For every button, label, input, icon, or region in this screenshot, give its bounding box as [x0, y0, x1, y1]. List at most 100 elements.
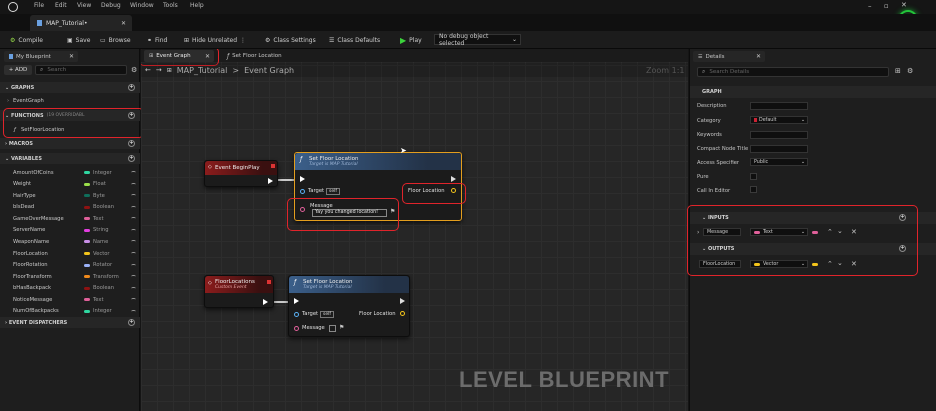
- variable-type[interactable]: Integer: [84, 170, 112, 176]
- eye-icon[interactable]: [131, 182, 136, 186]
- description-input[interactable]: [750, 102, 808, 110]
- details-search-input[interactable]: ⌕ Search Details: [697, 67, 889, 77]
- graph-editor[interactable]: ⊞ Event Graph ✕ ƒ Set Floor Location ← → ⊞ …: [141, 49, 688, 411]
- debug-object-dropdown[interactable]: No debug object selected ⌄: [434, 33, 521, 47]
- node-custom-event[interactable]: FloorLocations Custom Event ◇: [204, 275, 274, 308]
- variables-section-header[interactable]: ⌄ VARIABLES +: [0, 153, 140, 164]
- message-input[interactable]: [329, 325, 336, 332]
- delegate-pin[interactable]: [267, 280, 271, 284]
- variable-type[interactable]: Integer: [84, 308, 112, 314]
- variable-row[interactable]: FloorTransform Transform: [0, 271, 140, 282]
- eye-icon[interactable]: [131, 298, 136, 301]
- menu-help[interactable]: Help: [190, 2, 204, 9]
- node-set-floor-location-2[interactable]: Set Floor Location Target is MAP Tutoria…: [288, 275, 410, 337]
- close-tab-icon[interactable]: ✕: [756, 53, 761, 60]
- eye-icon[interactable]: [131, 263, 136, 267]
- exec-out-pin[interactable]: [268, 178, 273, 184]
- variable-row[interactable]: FloorRotation Rotator: [0, 259, 140, 270]
- my-blueprint-tab[interactable]: My Blueprint ✕: [4, 51, 78, 62]
- message-pin[interactable]: [294, 326, 299, 331]
- variable-row[interactable]: ServerName String: [0, 225, 140, 236]
- eye-icon[interactable]: [131, 194, 136, 197]
- variable-row[interactable]: NoticeMessage Text: [0, 294, 140, 305]
- eye-icon[interactable]: [131, 240, 136, 243]
- eye-icon[interactable]: [131, 228, 136, 232]
- menu-edit[interactable]: Edit: [55, 2, 67, 9]
- grid-view-icon[interactable]: ⊞: [895, 67, 901, 75]
- variable-type[interactable]: Boolean: [84, 285, 114, 291]
- variable-type[interactable]: Float: [84, 181, 106, 187]
- menu-file[interactable]: File: [34, 2, 44, 9]
- variable-type[interactable]: Rotator: [84, 262, 112, 268]
- breadcrumb-root[interactable]: MAP_Tutorial: [177, 66, 228, 75]
- exec-out-pin[interactable]: [263, 299, 268, 305]
- eye-icon[interactable]: [131, 309, 136, 313]
- search-input[interactable]: ⌕ Search: [35, 65, 127, 75]
- add-dispatcher-icon[interactable]: +: [128, 319, 135, 326]
- more-options-icon[interactable]: ⋮: [240, 37, 246, 44]
- macros-section-header[interactable]: › MACROS +: [0, 138, 140, 149]
- pure-checkbox[interactable]: [750, 173, 757, 180]
- exec-out-pin[interactable]: [451, 176, 456, 182]
- add-variable-icon[interactable]: +: [128, 155, 135, 162]
- variable-row[interactable]: NumOfBackpacks Integer: [0, 306, 140, 317]
- access-specifier-dropdown[interactable]: Public ⌄: [750, 158, 808, 166]
- compile-button[interactable]: ⚙ Compile: [10, 35, 43, 45]
- delegate-pin[interactable]: [271, 164, 275, 168]
- variable-type[interactable]: Text: [84, 297, 104, 303]
- compact-node-title-input[interactable]: [750, 145, 808, 153]
- hide-unrelated-button[interactable]: ⊞ Hide Unrelated ⋮: [184, 35, 246, 45]
- play-button[interactable]: ▶ Play: [400, 35, 422, 45]
- details-tab[interactable]: ☰ Details ✕: [693, 51, 765, 62]
- add-button[interactable]: + ADD: [4, 65, 32, 75]
- forward-arrow-icon[interactable]: →: [156, 66, 162, 74]
- variable-type[interactable]: Transform: [84, 274, 119, 280]
- target-pin[interactable]: [294, 312, 299, 317]
- menu-window[interactable]: Window: [130, 2, 154, 9]
- variable-type[interactable]: Byte: [84, 193, 105, 199]
- category-dropdown[interactable]: Default ⌄: [750, 116, 808, 124]
- settings-gear-icon[interactable]: ⚙: [131, 66, 137, 74]
- variable-type[interactable]: Boolean: [84, 204, 114, 210]
- eye-icon[interactable]: [131, 217, 136, 220]
- minimize-button[interactable]: –: [868, 2, 872, 10]
- class-defaults-button[interactable]: ☰ Class Defaults: [329, 35, 380, 45]
- save-button[interactable]: ▣ Save: [67, 35, 90, 45]
- variable-row[interactable]: Weight Float: [0, 179, 140, 190]
- menu-debug[interactable]: Debug: [101, 2, 121, 9]
- browse-button[interactable]: ▭ Browse: [100, 35, 131, 45]
- close-tab-icon[interactable]: ✕: [121, 20, 126, 27]
- variable-row[interactable]: GameOverMessage Text: [0, 213, 140, 224]
- graphs-section-header[interactable]: ⌄ GRAPHS +: [0, 82, 140, 93]
- variable-row[interactable]: bHasBackpack Boolean: [0, 283, 140, 294]
- keywords-input[interactable]: [750, 131, 808, 139]
- variable-type[interactable]: Name: [84, 239, 108, 245]
- variable-type[interactable]: Vector: [84, 251, 110, 257]
- target-pin[interactable]: [300, 189, 305, 194]
- eye-icon[interactable]: [131, 252, 136, 255]
- variable-row[interactable]: AmountOfCoins Integer: [0, 167, 140, 178]
- back-arrow-icon[interactable]: ←: [145, 66, 151, 74]
- exec-out-pin[interactable]: [400, 298, 405, 304]
- eye-icon[interactable]: [131, 171, 136, 174]
- close-tab-icon[interactable]: ✕: [69, 53, 74, 60]
- floor-location-out-pin[interactable]: [400, 311, 405, 316]
- maximize-button[interactable]: ▫: [884, 2, 889, 10]
- tab-set-floor-location[interactable]: ƒ Set Floor Location: [223, 50, 298, 62]
- variable-row[interactable]: HairType Byte: [0, 190, 140, 201]
- class-settings-button[interactable]: ⚙ Class Settings: [265, 35, 316, 45]
- event-dispatchers-section-header[interactable]: › EVENT DISPATCHERS +: [0, 317, 140, 328]
- settings-gear-icon[interactable]: ⚙: [907, 67, 913, 75]
- variable-type[interactable]: Text: [84, 216, 104, 222]
- doc-tab[interactable]: MAP_Tutorial• ✕: [30, 15, 132, 31]
- grid-icon[interactable]: ⊞: [167, 67, 172, 74]
- close-window-button[interactable]: ✕: [901, 1, 907, 9]
- add-graph-icon[interactable]: +: [128, 84, 135, 91]
- find-button[interactable]: ⚭ Find: [147, 35, 167, 45]
- sidebar-item-eventgraph[interactable]: › EventGraph: [0, 95, 140, 106]
- variable-row[interactable]: bIsDead Boolean: [0, 202, 140, 213]
- exec-in-pin[interactable]: [300, 176, 305, 182]
- variable-row[interactable]: FloorLocation Vector: [0, 248, 140, 259]
- call-in-editor-checkbox[interactable]: [750, 186, 757, 193]
- eye-icon[interactable]: [131, 275, 136, 278]
